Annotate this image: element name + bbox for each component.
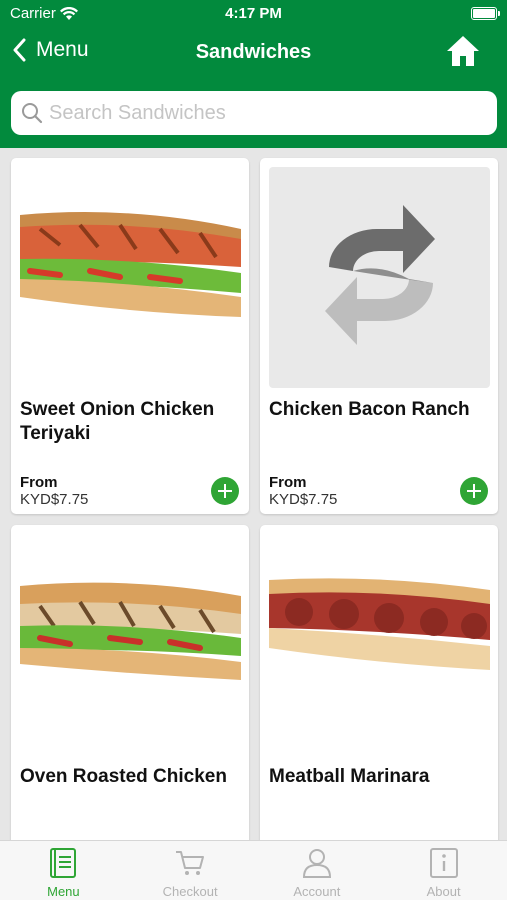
app-header: Carrier 4:17 PM Menu Sandwiches xyxy=(0,0,507,148)
item-price: KYD$7.75 xyxy=(269,491,338,508)
back-button-label: Menu xyxy=(36,38,89,61)
tab-checkout[interactable]: Checkout xyxy=(127,841,254,900)
battery-icon xyxy=(471,7,500,20)
search-icon xyxy=(22,103,43,124)
sandwich-image xyxy=(20,534,241,755)
add-to-cart-button[interactable] xyxy=(460,477,488,505)
person-icon xyxy=(302,849,331,878)
status-time: 4:17 PM xyxy=(225,5,282,22)
chevron-left-icon xyxy=(13,38,26,62)
tab-menu[interactable]: Menu xyxy=(0,841,127,900)
item-name: Sweet Onion Chicken Teriyaki xyxy=(20,399,215,444)
navigation-bar: Menu Sandwiches xyxy=(0,30,507,74)
item-price: KYD$7.75 xyxy=(20,491,89,508)
item-name: Chicken Bacon Ranch xyxy=(269,399,470,420)
search-bar[interactable] xyxy=(11,91,497,135)
tab-label: About xyxy=(426,884,461,899)
menu-item-card[interactable]: Chicken Bacon Ranch From KYD$7.75 xyxy=(260,158,498,514)
tab-account[interactable]: Account xyxy=(254,841,381,900)
info-icon xyxy=(429,848,458,878)
item-name: Meatball Marinara xyxy=(269,766,430,787)
subway-logo-placeholder xyxy=(269,167,490,388)
menu-item-card[interactable]: Oven Roasted Chicken xyxy=(11,525,249,840)
menu-item-card[interactable]: Sweet Onion Chicken Teriyaki From KYD$7.… xyxy=(11,158,249,514)
add-to-cart-button[interactable] xyxy=(211,477,239,505)
tab-bar: Menu Checkout Account About xyxy=(0,840,507,900)
home-icon[interactable] xyxy=(445,34,481,68)
cart-icon xyxy=(176,851,205,875)
tab-label: Account xyxy=(293,884,341,899)
menu-book-icon xyxy=(50,848,77,878)
sandwich-grid: Sweet Onion Chicken Teriyaki From KYD$7.… xyxy=(0,148,507,840)
price-from-label: From xyxy=(269,474,307,491)
sandwich-image xyxy=(20,167,241,388)
tab-label: Menu xyxy=(47,884,80,899)
sandwich-image xyxy=(269,534,490,755)
status-bar: Carrier 4:17 PM xyxy=(0,0,507,28)
tab-label: Checkout xyxy=(162,884,218,899)
back-button[interactable]: Menu xyxy=(12,38,89,62)
menu-item-card[interactable]: Meatball Marinara xyxy=(260,525,498,840)
search-input[interactable] xyxy=(49,101,469,125)
item-name: Oven Roasted Chicken xyxy=(20,766,227,787)
price-from-label: From xyxy=(20,474,58,491)
tab-about[interactable]: About xyxy=(380,841,507,900)
